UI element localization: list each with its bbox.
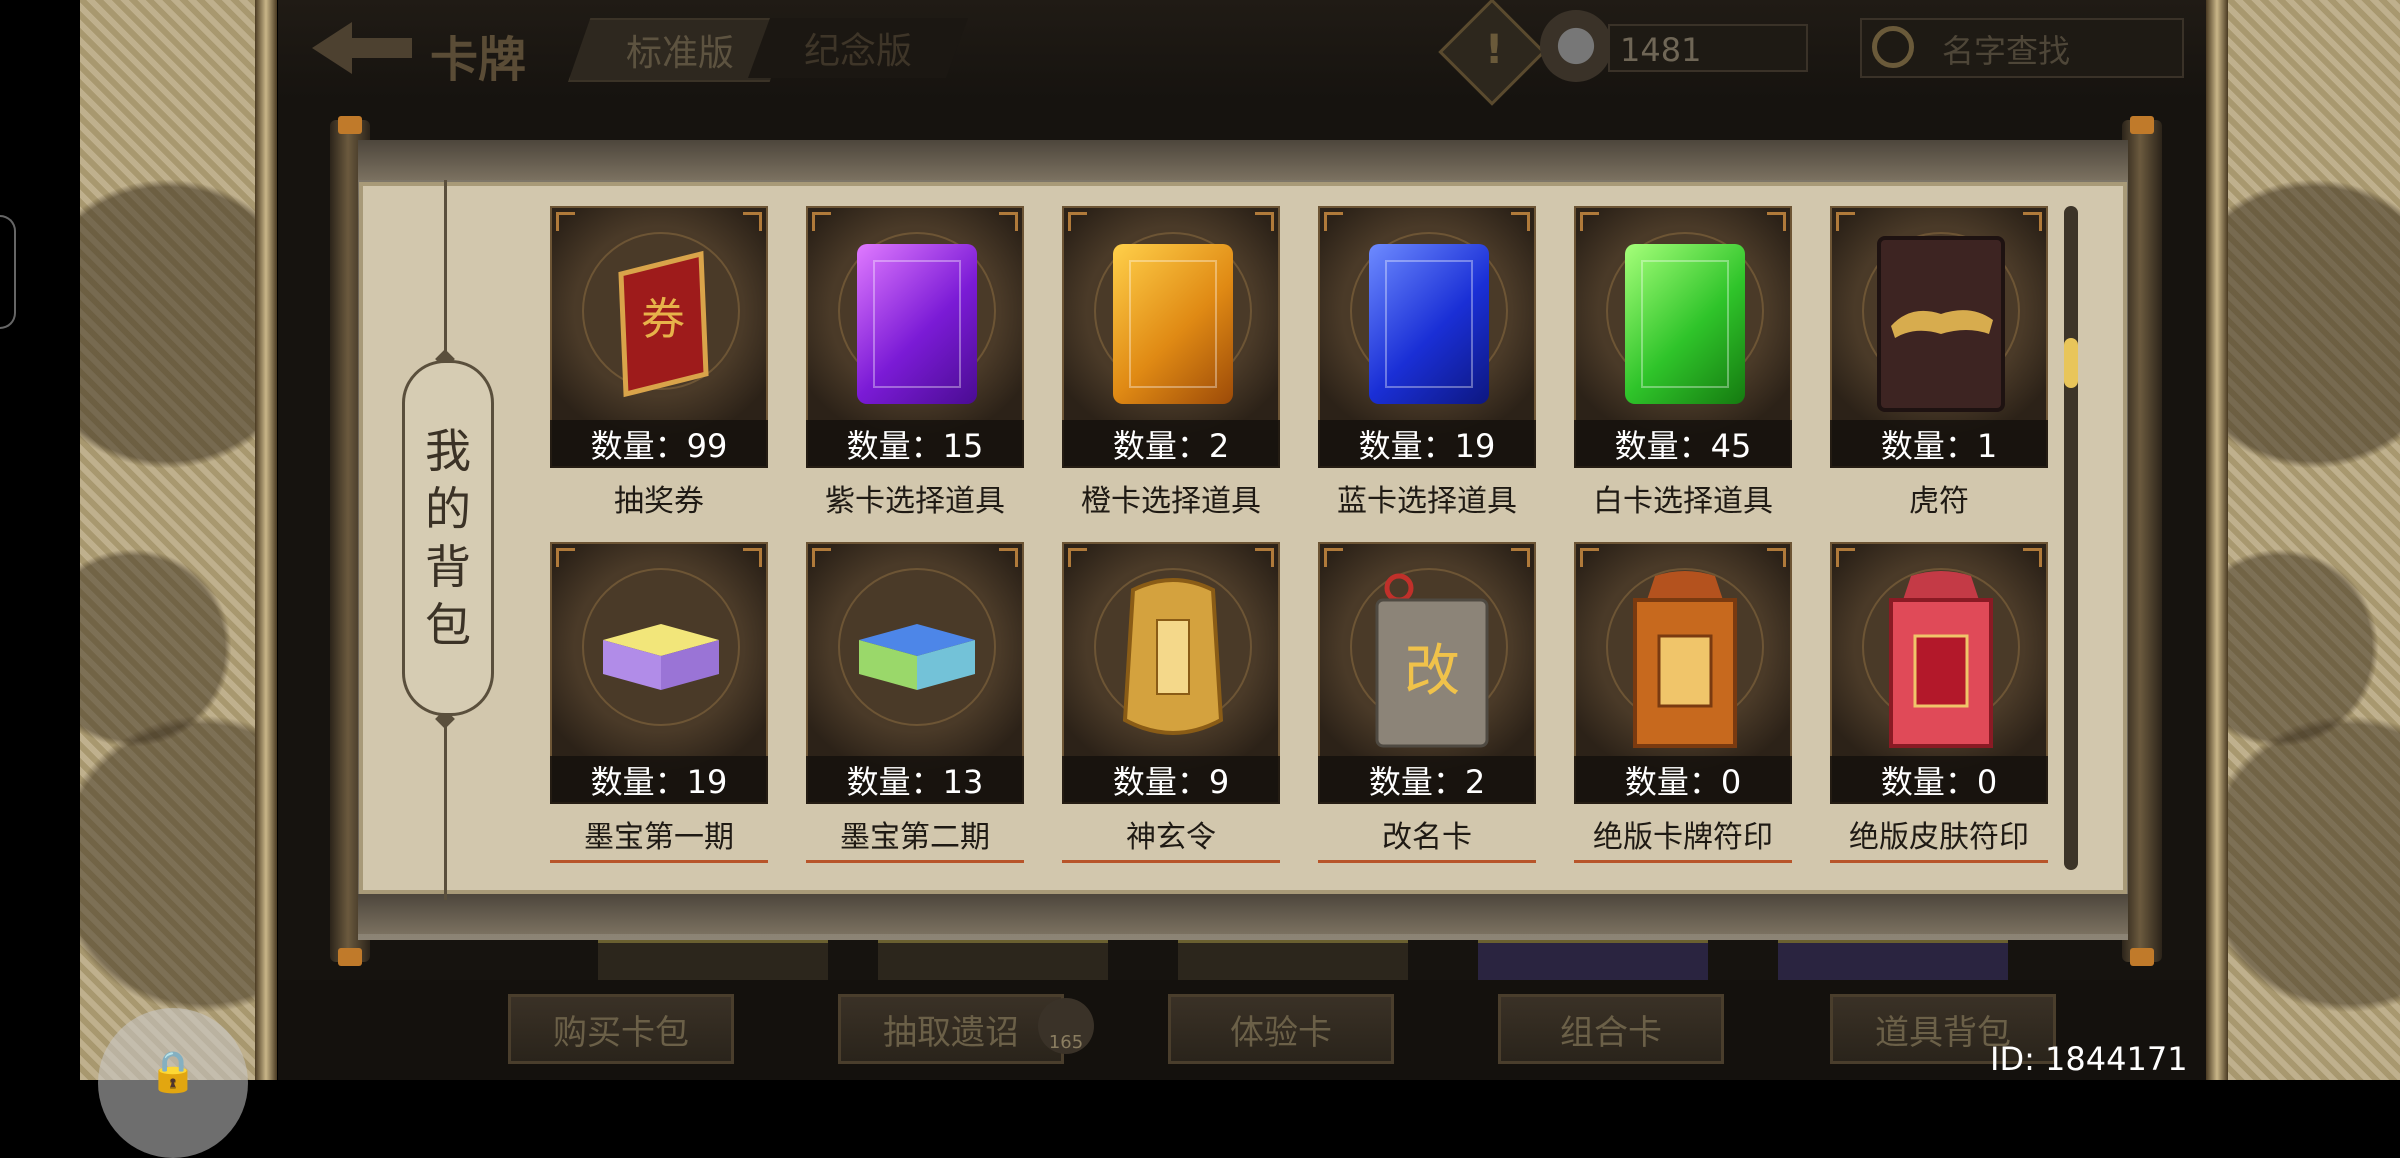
- item-count: 数量：0: [1830, 756, 2048, 804]
- card-strip: [1178, 940, 1408, 983]
- user-id: ID: 1844171: [1990, 1040, 2188, 1078]
- tab-commemorative[interactable]: 纪念版: [748, 18, 968, 78]
- item-name: 紫卡选择道具: [825, 484, 1005, 519]
- orange-seal-pack-icon: [1633, 571, 1737, 748]
- item-count: 数量：19: [1318, 420, 1536, 468]
- lottery-ticket-icon: 券: [618, 250, 709, 398]
- scrollbar-track[interactable]: [2064, 206, 2078, 870]
- item-cell-tiger-tally[interactable]: 数量：1 虎符: [1830, 206, 2048, 530]
- red-seal-pack-icon: [1889, 571, 1993, 748]
- search-input[interactable]: 名字查找: [1860, 18, 2184, 78]
- item-cell-divine-token[interactable]: 数量：9 神玄令: [1062, 542, 1280, 866]
- item-cell-purple-card[interactable]: 数量：15 紫卡选择道具: [806, 206, 1024, 530]
- bottom-bar: 购买卡包 抽取遗诏 165 体验卡 组合卡 道具背包: [278, 980, 2206, 1080]
- back-arrow-icon[interactable]: [312, 18, 412, 78]
- card-strip: [878, 940, 1108, 983]
- divider: [1318, 860, 1536, 863]
- green-card-icon: [1615, 234, 1755, 414]
- item-cell-ink-treasure-2[interactable]: 数量：13 墨宝第二期: [806, 542, 1024, 866]
- draw-badge: 165: [1038, 998, 1094, 1054]
- rename-card-icon: 改: [1375, 573, 1489, 748]
- draw-edict-button[interactable]: 抽取遗诏: [838, 994, 1064, 1064]
- page-title: 卡牌: [430, 32, 527, 88]
- item-count: 数量：2: [1318, 756, 1536, 804]
- item-name: 白卡选择道具: [1593, 484, 1773, 519]
- item-name: 绝版皮肤符印: [1849, 820, 2029, 855]
- label-char: 我: [425, 424, 471, 478]
- item-cell-rename-card[interactable]: 改 数量：2 改名卡: [1318, 542, 1536, 866]
- blue-card-icon: [1359, 234, 1499, 414]
- left-decor-panel: [80, 0, 255, 1080]
- item-name: 虎符: [1909, 484, 1969, 519]
- item-cell-rare-skin-seal[interactable]: 数量：0 绝版皮肤符印: [1830, 542, 2048, 866]
- top-bar: 卡牌 标准版 纪念版 ! 1481 名字查找: [278, 0, 2206, 106]
- item-count: 数量：1: [1830, 420, 2048, 468]
- scroll-roll-right: [2122, 116, 2162, 966]
- my-bag-label: 我 的 背 包: [402, 360, 494, 716]
- item-cell-rare-card-seal[interactable]: 数量：0 绝版卡牌符印: [1574, 542, 1792, 866]
- divider: [806, 860, 1024, 863]
- item-count: 数量：0: [1574, 756, 1792, 804]
- svg-text:改: 改: [1404, 639, 1460, 704]
- item-cell-ink-treasure-1[interactable]: 数量：19 墨宝第一期: [550, 542, 768, 866]
- item-cell-green-card[interactable]: 数量：45 白卡选择道具: [1574, 206, 1792, 530]
- scrollbar-thumb[interactable]: [2064, 338, 2078, 388]
- buy-pack-button[interactable]: 购买卡包: [508, 994, 734, 1064]
- item-name: 绝版卡牌符印: [1593, 820, 1773, 855]
- label-char: 背: [425, 540, 471, 594]
- left-rail: [255, 0, 277, 1080]
- item-cell-orange-card[interactable]: 数量：2 橙卡选择道具: [1062, 206, 1280, 530]
- currency-icon: [1540, 10, 1612, 82]
- purple-card-icon: [847, 234, 987, 414]
- item-count: 数量：15: [806, 420, 1024, 468]
- orange-card-icon: [1103, 234, 1243, 414]
- label-char: 的: [425, 482, 471, 536]
- search-placeholder: 名字查找: [1942, 32, 2071, 70]
- item-count: 数量：9: [1062, 756, 1280, 804]
- right-rail: [2206, 0, 2228, 1080]
- warning-icon[interactable]: !: [1438, 0, 1546, 106]
- item-name: 墨宝第一期: [584, 820, 734, 855]
- divider: [550, 860, 768, 863]
- lock-icon: 🔒: [148, 1049, 198, 1095]
- item-name: 抽奖券: [614, 484, 704, 519]
- divider: [1062, 860, 1280, 863]
- item-name: 墨宝第二期: [840, 820, 990, 855]
- label-char: 包: [425, 598, 471, 652]
- scroll-frame-bottom: [358, 894, 2128, 934]
- item-name: 神玄令: [1126, 820, 1216, 855]
- item-name: 橙卡选择道具: [1081, 484, 1261, 519]
- item-count: 数量：99: [550, 420, 768, 468]
- gift-box-blue-icon: [859, 624, 975, 690]
- card-strip: [1478, 940, 1708, 983]
- item-grid: 券 数量：99 抽奖券 数量：15 紫卡选择道具 数量：2 橙卡选择道具 数量：…: [550, 206, 2050, 866]
- item-cell-lottery-ticket[interactable]: 券 数量：99 抽奖券: [550, 206, 768, 530]
- item-name: 改名卡: [1382, 820, 1472, 855]
- card-strip: [598, 940, 828, 983]
- search-icon: [1872, 26, 1914, 68]
- item-name: 蓝卡选择道具: [1337, 484, 1517, 519]
- right-decor-panel: [2228, 0, 2400, 1080]
- edge-handle: [0, 215, 16, 329]
- item-cell-blue-card[interactable]: 数量：19 蓝卡选择道具: [1318, 206, 1536, 530]
- currency-amount: 1481: [1608, 24, 1808, 72]
- divider: [1830, 860, 2048, 863]
- item-count: 数量：45: [1574, 420, 1792, 468]
- gift-box-purple-icon: [603, 624, 719, 690]
- tiger-tally-icon: [1877, 236, 2005, 412]
- combo-card-button[interactable]: 组合卡: [1498, 994, 1724, 1064]
- item-count: 数量：13: [806, 756, 1024, 804]
- lock-button[interactable]: 🔒: [98, 1008, 248, 1158]
- item-count: 数量：19: [550, 756, 768, 804]
- svg-text:券: 券: [641, 294, 685, 345]
- item-count: 数量：2: [1062, 420, 1280, 468]
- card-strip: [1778, 940, 2008, 983]
- divider: [1574, 860, 1792, 863]
- gold-token-icon: [1122, 578, 1224, 735]
- trial-card-button[interactable]: 体验卡: [1168, 994, 1394, 1064]
- scroll-frame-top: [358, 140, 2128, 180]
